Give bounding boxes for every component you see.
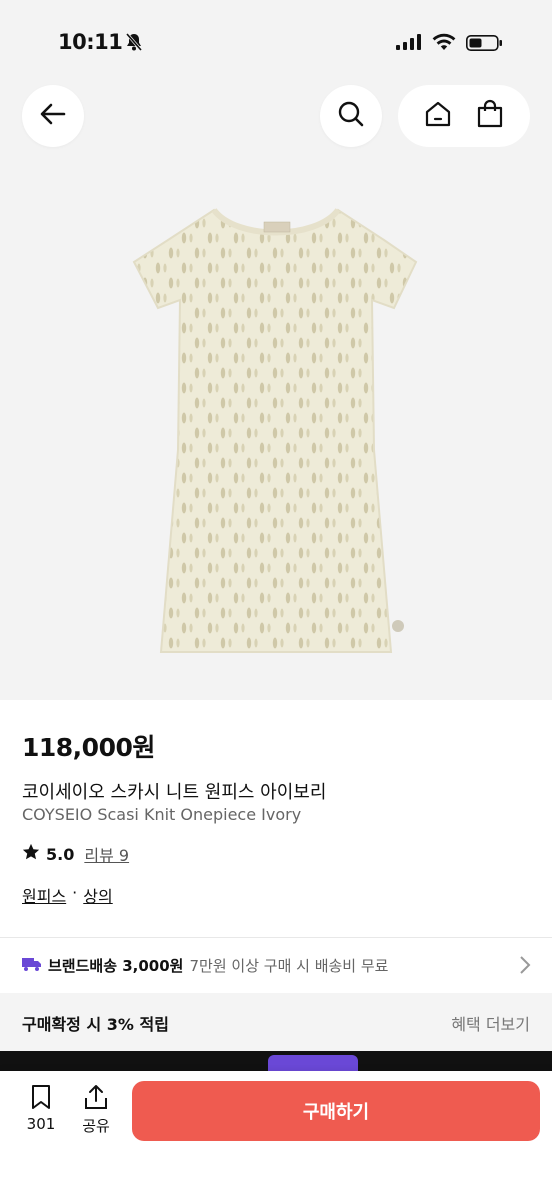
shipping-row[interactable]: 브랜드배송 3,000원 7만원 이상 구매 시 배송비 무료	[22, 955, 532, 976]
status-bar: 10:11	[0, 0, 552, 80]
header-actions	[398, 85, 530, 147]
like-count: 301	[26, 1115, 56, 1133]
content-peek	[0, 1051, 552, 1075]
signal-icon	[396, 34, 422, 54]
status-time: 10:11	[58, 30, 123, 54]
shipping-fee: 브랜드배송 3,000원	[48, 957, 184, 975]
share-button[interactable]: 공유	[74, 1083, 118, 1136]
category-link-top[interactable]: 상의	[83, 883, 112, 907]
product-image	[126, 200, 426, 666]
review-link[interactable]: 리뷰 9	[84, 842, 129, 866]
chevron-right-icon	[518, 955, 532, 979]
shipping-note: 7만원 이상 구매 시 배송비 무료	[189, 957, 389, 975]
back-button[interactable]	[22, 85, 84, 147]
benefit-points: 구매확정 시 3% 적립	[22, 1015, 169, 1034]
category-link-onepiece[interactable]: 원피스	[22, 883, 66, 907]
buy-button[interactable]: 구매하기	[132, 1081, 540, 1141]
battery-icon	[466, 35, 504, 55]
rating-score: 5.0	[46, 844, 75, 864]
search-icon	[336, 99, 366, 133]
share-icon	[82, 1085, 110, 1115]
product-price: 118,000원	[22, 733, 155, 762]
more-benefits-link[interactable]: 혜택 더보기	[451, 1011, 530, 1035]
star-icon	[22, 843, 40, 865]
benefit-banner[interactable]: 구매확정 시 3% 적립 혜택 더보기	[0, 993, 552, 1051]
category-links: 원피스 · 상의	[22, 883, 113, 907]
share-label: 공유	[82, 1117, 110, 1135]
bookmark-icon	[27, 1085, 55, 1115]
wifi-icon	[432, 33, 456, 55]
product-name-korean: 코이세이오 스카시 니트 원피스 아이보리	[22, 782, 327, 803]
rating-row: 5.0 리뷰 9	[22, 842, 129, 866]
shopping-bag-icon[interactable]	[475, 99, 505, 133]
product-name-english: COYSEIO Scasi Knit Onepiece Ivory	[22, 805, 302, 824]
home-icon[interactable]	[423, 99, 453, 133]
bell-slash-icon	[124, 32, 144, 56]
divider	[0, 937, 552, 938]
like-button[interactable]: 301	[20, 1083, 62, 1133]
bottom-action-bar: 301 공유 구매하기	[0, 1071, 552, 1200]
search-button[interactable]	[320, 85, 382, 147]
category-separator: ·	[72, 883, 78, 902]
truck-icon	[22, 956, 42, 976]
back-arrow-icon	[38, 99, 68, 133]
